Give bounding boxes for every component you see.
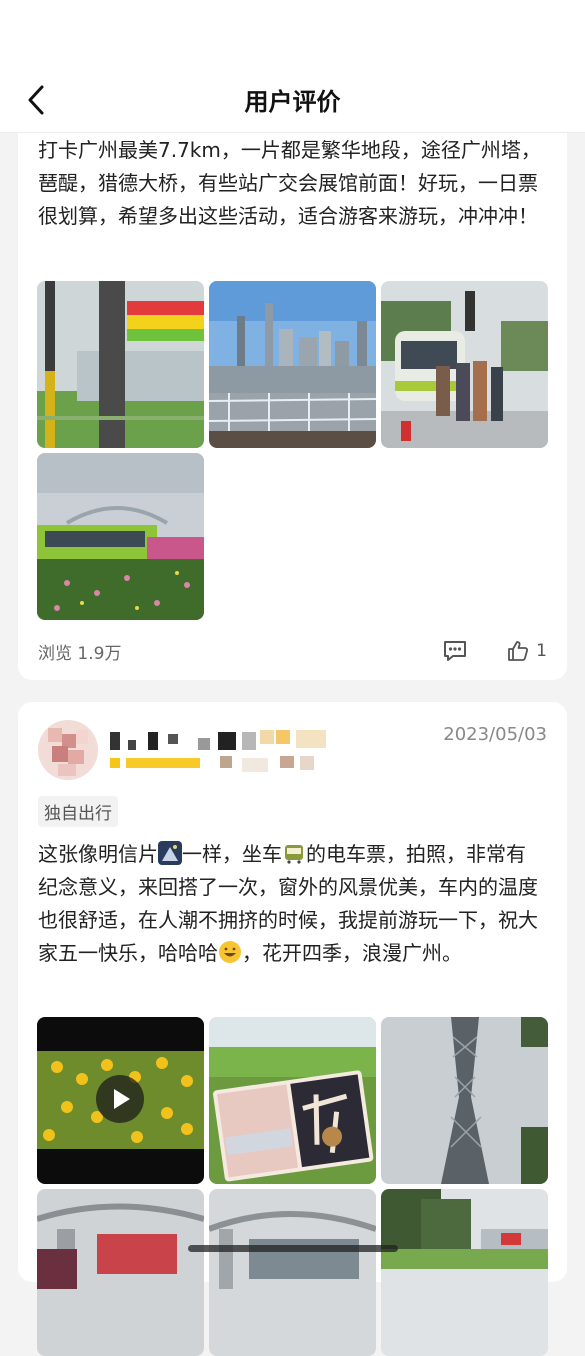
like-count: 1 [536, 641, 547, 661]
review-photo[interactable] [209, 1017, 376, 1184]
review-text: 这张像明信片 一样，坐车 的电车票，拍照，非常有纪念意义，来回搭了一次，窗外的风景优… [38, 838, 544, 970]
review-text: 打卡广州最美7.7km，一片都是繁华地段，途径广州塔，琶醍，猎德大桥，有些站广交… [38, 138, 541, 228]
thumbs-up-icon [508, 641, 529, 661]
review-footer: 浏览 1.9万 1 [38, 636, 547, 666]
review-photo[interactable] [209, 281, 376, 448]
like-button[interactable]: 1 [506, 639, 547, 663]
review-text-part: 这张像明信片 [38, 842, 158, 866]
review-photo[interactable] [37, 281, 204, 448]
review-photo[interactable] [37, 1189, 204, 1356]
review-video[interactable] [37, 1017, 204, 1184]
review-photo[interactable] [209, 1189, 376, 1356]
tram-emoji-icon [282, 841, 306, 865]
comment-icon [444, 641, 467, 661]
review-text-part: ，花开四季，浪漫广州。 [242, 941, 462, 965]
review-text-part: 一样，坐车 [182, 842, 282, 866]
top-navigation-bar: 用户评价 [0, 0, 585, 133]
avatar[interactable] [38, 720, 98, 780]
username-blurred [110, 728, 330, 782]
comment-button[interactable] [442, 639, 468, 663]
review-photo[interactable] [381, 1189, 548, 1356]
review-card: 打卡广州最美7.7km，一片都是繁华地段，途径广州塔，琶醍，猎德大桥，有些站广交… [18, 100, 567, 680]
grinning-face-emoji-icon [218, 940, 242, 964]
review-date: 2023/05/03 [443, 724, 547, 745]
review-photo[interactable] [37, 453, 204, 620]
review-photo[interactable] [381, 1017, 548, 1184]
travel-type-tag: 独自出行 [38, 796, 118, 827]
page-title: 用户评价 [244, 88, 341, 116]
review-photo[interactable] [381, 281, 548, 448]
review-card: 2023/05/03 独自出行 这张像明信片 一样，坐车 的电车票，拍照，非常有纪念… [18, 702, 567, 1356]
view-count: 浏览 1.9万 [38, 643, 122, 664]
postcard-emoji-icon [158, 841, 182, 865]
home-indicator[interactable] [188, 1245, 398, 1252]
